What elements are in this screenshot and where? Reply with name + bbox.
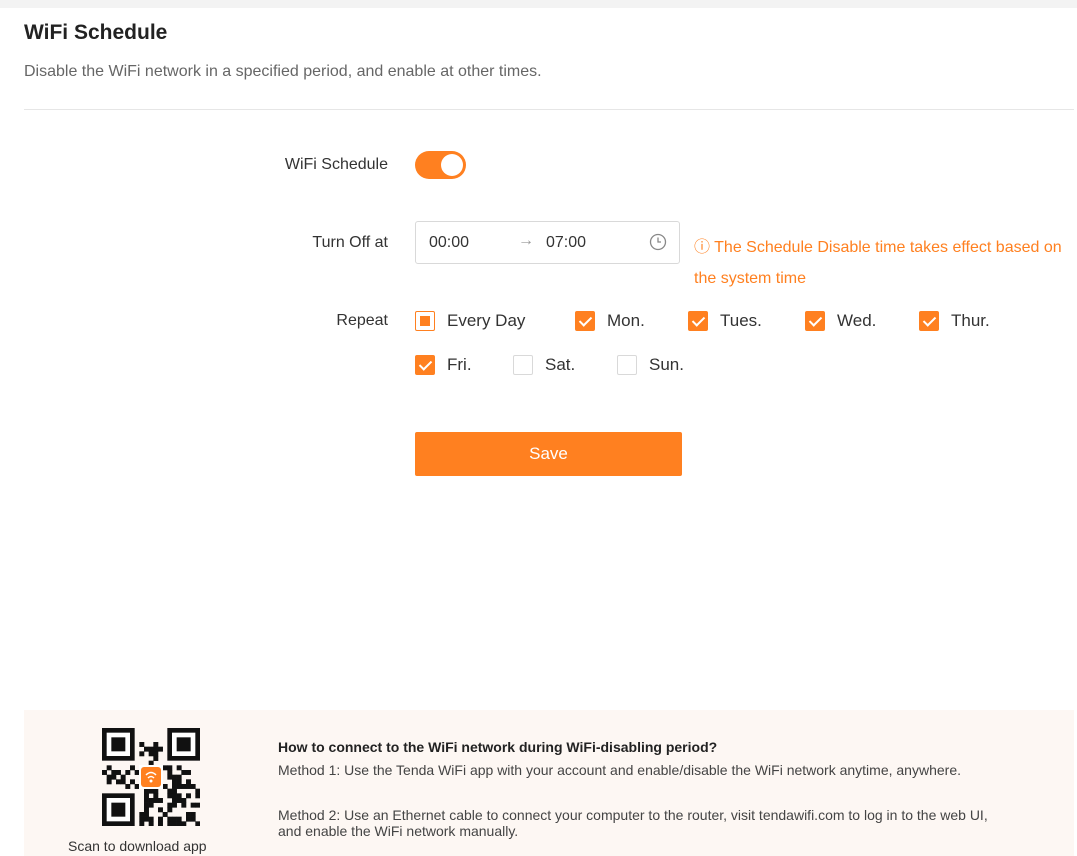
qr-caption: Scan to download app (68, 838, 207, 854)
checkbox-sat[interactable]: Sat. (513, 354, 575, 376)
page-description: Disable the WiFi network in a specified … (24, 63, 542, 80)
checkbox-box[interactable] (575, 311, 595, 331)
checkbox-label: Every Day (447, 311, 526, 330)
checkbox-fri[interactable]: Fri. (415, 354, 472, 376)
checkbox-sun[interactable]: Sun. (617, 354, 684, 376)
page-title: WiFi Schedule (24, 21, 168, 44)
help-method-2: Method 2: Use an Ethernet cable to conne… (278, 807, 988, 839)
checkbox-box[interactable] (919, 311, 939, 331)
checkbox-label: Wed. (837, 311, 877, 330)
checkbox-label: Sun. (649, 355, 684, 374)
help-footer: Scan to download app How to connect to t… (24, 710, 1074, 856)
checkbox-label: Mon. (607, 311, 645, 330)
save-button[interactable]: Save (415, 432, 682, 476)
checkbox-label: Sat. (545, 355, 576, 374)
end-time-input[interactable]: 07:00 (546, 234, 586, 252)
repeat-label: Repeat (336, 312, 388, 329)
wifi-schedule-toggle[interactable] (415, 151, 466, 179)
checkbox-tues[interactable]: Tues. (688, 310, 762, 332)
schedule-warning: ⓘ The Schedule Disable time takes effect… (694, 239, 1062, 287)
start-time-input[interactable]: 00:00 (429, 234, 469, 252)
checkbox-wed[interactable]: Wed. (805, 310, 876, 332)
checkbox-box[interactable] (688, 311, 708, 331)
qr-code-icon (102, 728, 200, 826)
top-border (0, 0, 1077, 8)
toggle-knob (441, 154, 463, 176)
help-title: How to connect to the WiFi network durin… (278, 739, 718, 755)
time-range-picker[interactable]: 00:00 → 07:00 (415, 221, 680, 264)
checkbox-every-day[interactable]: Every Day (415, 310, 525, 332)
checkbox-label: Fri. (447, 355, 472, 374)
checkbox-label: Thur. (951, 311, 990, 330)
checkbox-box[interactable] (415, 355, 435, 375)
checkbox-box[interactable] (415, 311, 435, 331)
checkbox-thur[interactable]: Thur. (919, 310, 990, 332)
clock-icon[interactable] (649, 233, 667, 251)
checkbox-box[interactable] (617, 355, 637, 375)
turn-off-label: Turn Off at (312, 234, 388, 251)
checkbox-mon[interactable]: Mon. (575, 310, 645, 332)
wifi-schedule-label: WiFi Schedule (284, 156, 388, 173)
help-method-1: Method 1: Use the Tenda WiFi app with yo… (278, 762, 961, 778)
arrow-icon: → (518, 232, 534, 249)
checkbox-box[interactable] (805, 311, 825, 331)
checkbox-box[interactable] (513, 355, 533, 375)
checkbox-label: Tues. (720, 311, 762, 330)
divider (24, 109, 1074, 110)
